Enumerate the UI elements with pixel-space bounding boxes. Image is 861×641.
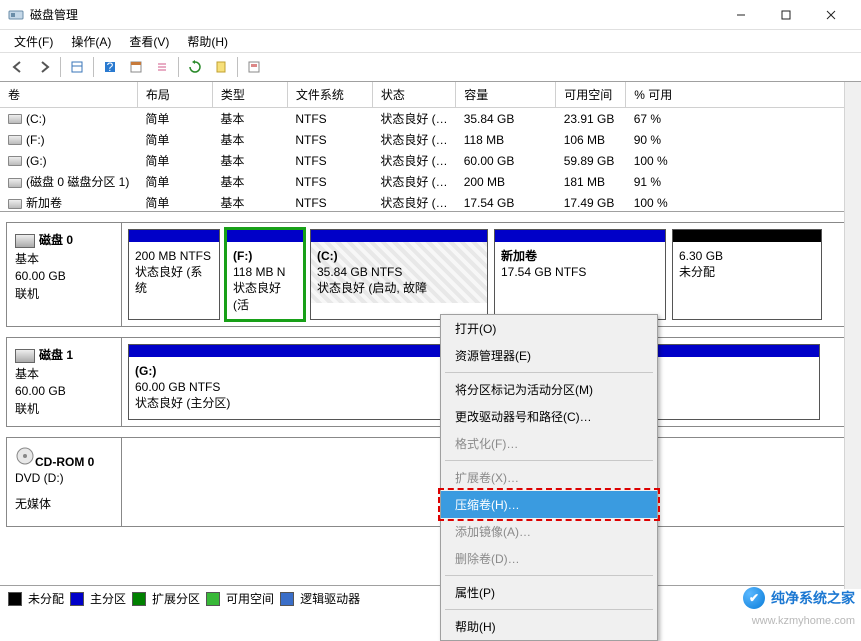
disk-row: CD-ROM 0DVD (D:)无媒体	[6, 437, 855, 527]
action-button[interactable]	[209, 55, 233, 79]
swatch-extended	[132, 592, 146, 606]
partition[interactable]: 200 MB NTFS状态良好 (系统	[128, 229, 220, 320]
scrollbar[interactable]	[844, 82, 861, 589]
context-menu: 打开(O) 资源管理器(E) 将分区标记为活动分区(M) 更改驱动器号和路径(C…	[440, 314, 658, 641]
list-button[interactable]	[150, 55, 174, 79]
col-volume[interactable]: 卷	[0, 82, 137, 108]
table-row[interactable]: (G:)简单基本NTFS状态良好 (…60.00 GB59.89 GB100 %	[0, 150, 861, 171]
toolbar: ?	[0, 52, 861, 82]
disk-header[interactable]: 磁盘 1基本60.00 GB联机	[7, 338, 122, 426]
ctx-help[interactable]: 帮助(H)	[441, 613, 657, 640]
disk-map: 磁盘 0基本60.00 GB联机200 MB NTFS状态良好 (系统(F:)1…	[0, 212, 861, 531]
app-icon	[8, 7, 24, 23]
col-status[interactable]: 状态	[372, 82, 455, 108]
col-layout[interactable]: 布局	[137, 82, 212, 108]
table-row[interactable]: (F:)简单基本NTFS状态良好 (…118 MB106 MB90 %	[0, 129, 861, 150]
maximize-button[interactable]	[763, 0, 808, 30]
window-title: 磁盘管理	[30, 6, 718, 23]
swatch-primary	[70, 592, 84, 606]
partition[interactable]: (F:)118 MB N状态良好 (活	[226, 229, 304, 320]
column-headers[interactable]: 卷 布局 类型 文件系统 状态 容量 可用空间 % 可用	[0, 82, 861, 108]
table-row[interactable]: 新加卷简单基本NTFS状态良好 (…17.54 GB17.49 GB100 %	[0, 192, 861, 212]
table-row[interactable]: (C:)简单基本NTFS状态良好 (…35.84 GB23.91 GB67 %	[0, 108, 861, 130]
ctx-mark-active[interactable]: 将分区标记为活动分区(M)	[441, 376, 657, 403]
disk-row: 磁盘 0基本60.00 GB联机200 MB NTFS状态良好 (系统(F:)1…	[6, 222, 855, 327]
swatch-unallocated	[8, 592, 22, 606]
ctx-add-mirror[interactable]: 添加镜像(A)…	[441, 518, 657, 545]
brand-icon: ✔	[743, 587, 765, 609]
minimize-button[interactable]	[718, 0, 763, 30]
legend-extended: 扩展分区	[152, 590, 200, 607]
col-free[interactable]: 可用空间	[556, 82, 626, 108]
col-capacity[interactable]: 容量	[456, 82, 556, 108]
svg-text:?: ?	[107, 60, 114, 74]
disk-header[interactable]: CD-ROM 0DVD (D:)无媒体	[7, 438, 122, 526]
properties-button[interactable]	[242, 55, 266, 79]
help-button[interactable]: ?	[98, 55, 122, 79]
col-fs[interactable]: 文件系统	[287, 82, 372, 108]
legend: 未分配 主分区 扩展分区 可用空间 逻辑驱动器	[0, 585, 861, 611]
brand-text: 纯净系统之家	[771, 588, 855, 608]
swatch-logical	[280, 592, 294, 606]
view-button[interactable]	[65, 55, 89, 79]
menu-help[interactable]: 帮助(H)	[179, 31, 236, 52]
forward-button[interactable]	[32, 55, 56, 79]
table-row[interactable]: (磁盘 0 磁盘分区 1)简单基本NTFS状态良好 (…200 MB181 MB…	[0, 171, 861, 192]
legend-free: 可用空间	[226, 590, 274, 607]
disk-row: 磁盘 1基本60.00 GB联机(G:)60.00 GB NTFS状态良好 (主…	[6, 337, 855, 427]
back-button[interactable]	[6, 55, 30, 79]
brand-badge: ✔ 纯净系统之家	[743, 587, 855, 609]
close-button[interactable]	[808, 0, 853, 30]
ctx-format[interactable]: 格式化(F)…	[441, 430, 657, 457]
ctx-open[interactable]: 打开(O)	[441, 315, 657, 342]
menu-action[interactable]: 操作(A)	[63, 31, 119, 52]
ctx-shrink[interactable]: 压缩卷(H)…	[441, 491, 657, 518]
watermark: www.kzmyhome.com	[752, 615, 855, 627]
volume-list[interactable]: 卷 布局 类型 文件系统 状态 容量 可用空间 % 可用 (C:)简单基本NTF…	[0, 82, 861, 212]
refresh-button[interactable]	[183, 55, 207, 79]
ctx-change-letter[interactable]: 更改驱动器号和路径(C)…	[441, 403, 657, 430]
menubar: 文件(F) 操作(A) 查看(V) 帮助(H)	[0, 30, 861, 52]
ctx-extend[interactable]: 扩展卷(X)…	[441, 464, 657, 491]
legend-unallocated: 未分配	[28, 590, 64, 607]
ctx-explorer[interactable]: 资源管理器(E)	[441, 342, 657, 369]
titlebar: 磁盘管理	[0, 0, 861, 30]
menu-view[interactable]: 查看(V)	[121, 31, 177, 52]
legend-logical: 逻辑驱动器	[300, 590, 360, 607]
ctx-properties[interactable]: 属性(P)	[441, 579, 657, 606]
partition[interactable]: (C:)35.84 GB NTFS状态良好 (启动, 故障	[310, 229, 488, 320]
menu-file[interactable]: 文件(F)	[6, 31, 61, 52]
col-type[interactable]: 类型	[212, 82, 287, 108]
legend-primary: 主分区	[90, 590, 126, 607]
disk-header[interactable]: 磁盘 0基本60.00 GB联机	[7, 223, 122, 326]
settings-button[interactable]	[124, 55, 148, 79]
partition[interactable]: 6.30 GB未分配	[672, 229, 822, 320]
col-pct[interactable]: % 可用	[626, 82, 861, 108]
swatch-free	[206, 592, 220, 606]
partition[interactable]: 新加卷17.54 GB NTFS	[494, 229, 666, 320]
ctx-delete[interactable]: 删除卷(D)…	[441, 545, 657, 572]
